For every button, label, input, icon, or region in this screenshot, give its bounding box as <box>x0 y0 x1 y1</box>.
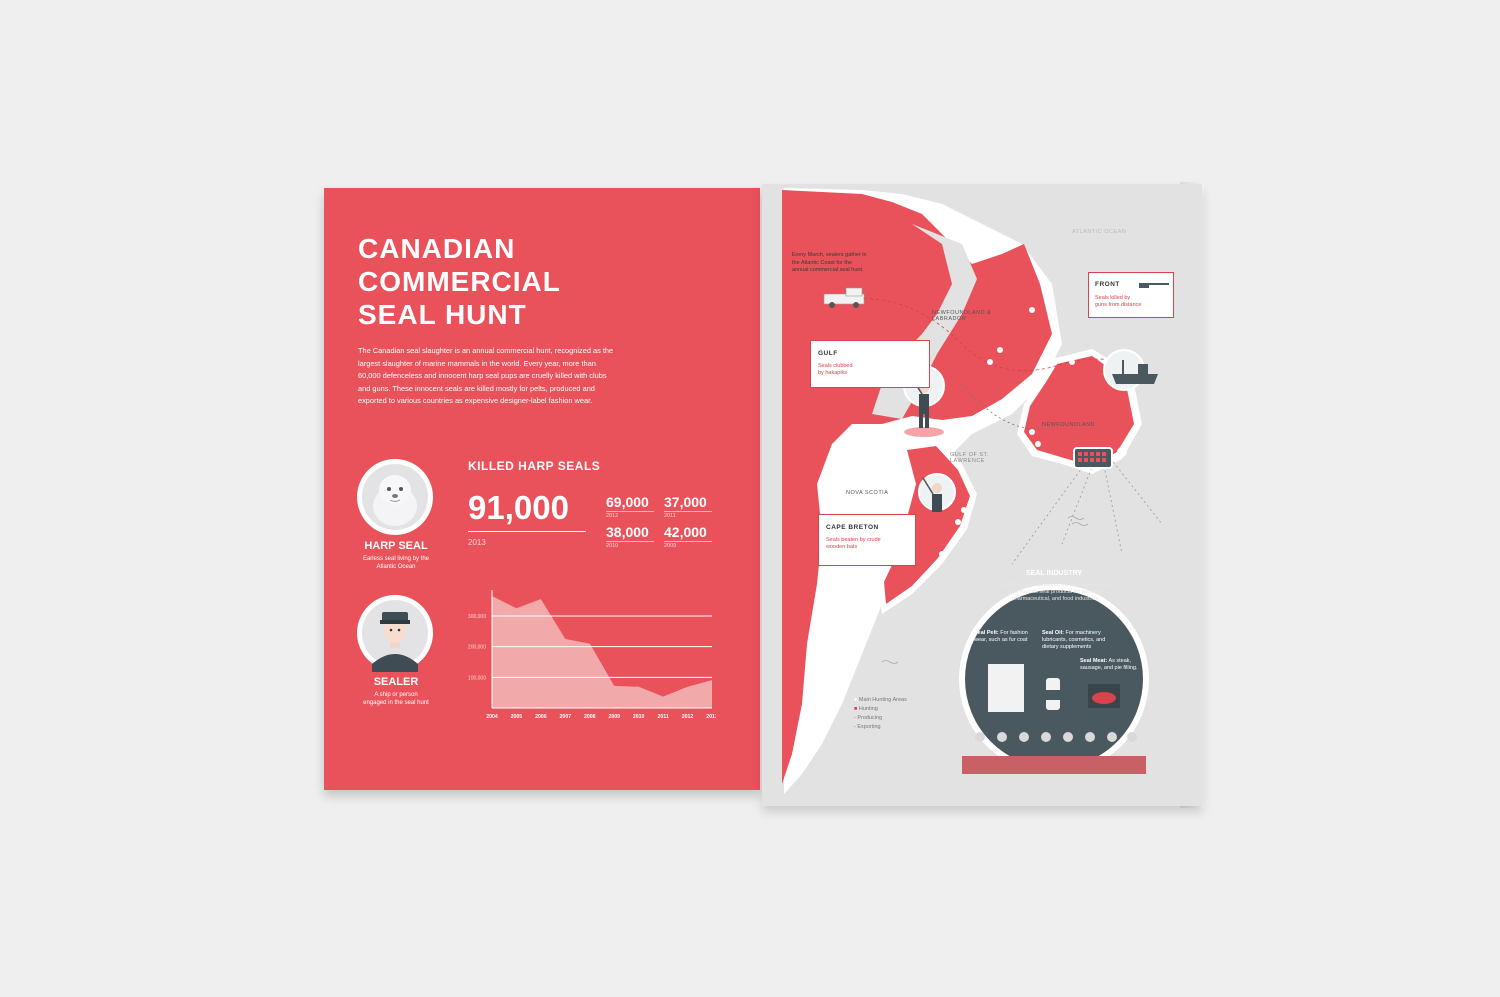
killed-seals-title: KILLED HARP SEALS <box>468 459 601 473</box>
left-page: CANADIAN COMMERCIAL SEAL HUNT The Canadi… <box>324 188 760 790</box>
big-year: 2013 <box>468 538 486 547</box>
industry-title: SEAL INDUSTRY <box>1025 570 1082 577</box>
y-tick-label: 100,000 <box>468 675 486 681</box>
killed-seals-area-chart: 100,000 200,000 300,000 2004 2005 2006 2007 200… <box>468 590 716 720</box>
x-tick-label: 2007 <box>560 714 572 720</box>
seal-meat-text: Seal Meat: As steak, sausage, and pie fi… <box>1080 658 1138 671</box>
seal-oil-text: Seal Oil: For machinery lubricants, cosm… <box>1042 630 1106 650</box>
page-title: CANADIAN COMMERCIAL SEAL HUNT <box>358 233 561 330</box>
march-note: Every March, sealers gather in the Atlan… <box>792 252 867 273</box>
y-tick-label: 200,000 <box>468 645 486 651</box>
y-tick-label: 300,000 <box>468 614 486 620</box>
x-tick-label: 2005 <box>511 714 523 720</box>
nova-scotia-label: NOVA SCOTIA <box>846 490 889 496</box>
cape-breton-card: CAPE BRETON Seals beaten by crude wooden… <box>818 514 916 566</box>
right-page: ATLANTIC OCEAN Every March, sealers gath… <box>762 184 1202 806</box>
sealer-label: SEALER <box>373 676 419 688</box>
harp-seal-label: HARP SEAL <box>364 540 428 552</box>
x-tick-label: 2004 <box>486 714 498 720</box>
big-number: 91,000 <box>468 489 569 526</box>
stat-2012: 69,000 2012 <box>606 494 654 519</box>
sealer-desc: A ship or person engaged in the seal hun… <box>363 692 429 706</box>
x-tick-label: 2012 <box>682 714 694 720</box>
stat-2009: 42,000 2009 <box>664 524 712 549</box>
intro-paragraph: The Canadian seal slaughter is an annual… <box>358 346 614 405</box>
stat-2011: 37,000 2011 <box>664 494 712 519</box>
sealer-icon <box>357 595 433 672</box>
seal-pelt-text: Seal Pelt: For fashion wear, such as fur… <box>974 630 1028 643</box>
harp-seal-icon <box>357 459 433 535</box>
industry-desc: Located in Newfoundland, the industry pr… <box>996 582 1114 602</box>
gulf-card: GULF Seals clubbed by hakapiks <box>810 340 930 388</box>
x-tick-label: 2010 <box>633 714 645 720</box>
newfoundland-labrador-label: NEWFOUNDLAND & LABRADOR <box>932 310 992 322</box>
rifle-icon <box>1139 283 1169 288</box>
stat-2010: 38,000 2010 <box>606 524 654 549</box>
x-tick-label: 2013 <box>706 714 716 720</box>
divider <box>468 531 586 532</box>
chart-area <box>492 596 712 708</box>
harp-seal-desc: Earless seal living by the Atlantic Ocea… <box>362 556 430 570</box>
x-tick-label: 2011 <box>657 714 668 720</box>
ocean-label: ATLANTIC OCEAN <box>1072 229 1127 235</box>
newfoundland-label: NEWFOUNDLAND <box>1042 422 1096 428</box>
map-legend: ● Main Hunting Areas ■ Hunting - Produci… <box>854 697 907 730</box>
x-tick-label: 2006 <box>535 714 547 720</box>
x-tick-label: 2009 <box>608 714 620 720</box>
front-card: FRONT Seals killed by guns from distance <box>1088 272 1174 318</box>
gulf-st-lawrence-label: GULF OF ST. LAWRENCE <box>950 452 989 464</box>
x-tick-label: 2008 <box>584 714 596 720</box>
